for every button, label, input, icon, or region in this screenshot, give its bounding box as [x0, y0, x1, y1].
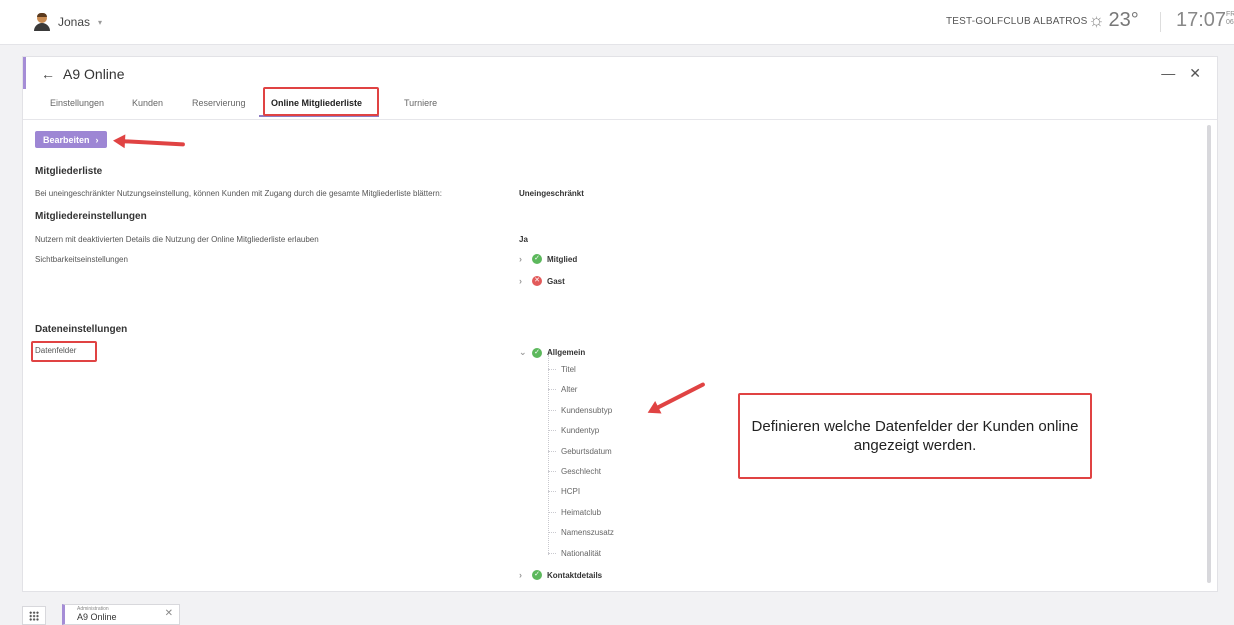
user-menu[interactable]: Jonas ▾ [34, 13, 102, 31]
back-arrow-icon[interactable]: ← [41, 66, 55, 82]
tree-item-allgemein[interactable]: ⌄ ✓ Allgemein [519, 347, 585, 358]
tree-item-label: Gast [547, 276, 565, 286]
tree-item-gast[interactable]: › ✕ Gast [519, 276, 565, 286]
tree-connector [548, 355, 550, 555]
field-nationalitaet: Nationalität [561, 549, 602, 558]
tree-connector [548, 369, 556, 371]
temperature: 23° [1108, 9, 1139, 31]
close-icon[interactable]: ✕ [1189, 65, 1201, 82]
content-area: Bearbeiten › Mitgliederliste Bei uneinge… [23, 119, 1217, 589]
deactivated-label: Nutzern mit deaktivierten Details die Nu… [35, 235, 319, 244]
annotation-arrow [652, 381, 706, 412]
chevron-down-icon[interactable]: ⌄ [519, 347, 527, 358]
deactivated-value: Ja [519, 235, 528, 244]
visibility-label: Sichtbarkeitseinstellungen [35, 255, 128, 264]
members-description: Bei uneingeschränkter Nutzungseinstellun… [35, 189, 442, 198]
tree-item-label: Kontaktdetails [547, 570, 603, 580]
tab-einstellungen[interactable]: Einstellungen [50, 98, 104, 108]
tree-item-label: Allgemein [547, 348, 586, 357]
app-grid-button[interactable] [22, 606, 46, 625]
check-circle-icon: ✓ [532, 254, 542, 264]
chevron-right-icon[interactable]: › [519, 276, 527, 286]
panel-accent [23, 57, 26, 89]
field-geburtsdatum: Geburtsdatum [561, 447, 612, 456]
tree-item-kontaktdetails[interactable]: › ✓ Kontaktdetails [519, 570, 602, 580]
tree-connector [548, 471, 556, 473]
grid-icon [29, 611, 39, 621]
divider [1160, 12, 1161, 32]
highlight-data-fields [31, 341, 97, 362]
field-alter: Alter [561, 385, 578, 394]
task-a9-online[interactable]: Administration A9 Online ✕ [62, 604, 180, 625]
panel-title: A9 Online [63, 66, 125, 82]
top-bar: Jonas ▾ TEST-GOLFCLUB ALBATROS ☼ 23° 17:… [0, 0, 1234, 45]
date-weekday: FRE [1226, 11, 1234, 18]
highlight-tab [263, 87, 379, 116]
tree-connector [548, 451, 556, 453]
weather: ☼ 23° [1088, 9, 1139, 32]
tree-connector [548, 389, 556, 391]
clock-date: FRE 06.0 [1226, 11, 1234, 27]
task-title: A9 Online [77, 612, 117, 622]
cross-circle-icon: ✕ [532, 276, 542, 286]
field-kundensubtyp: Kundensubtyp [561, 406, 613, 415]
field-heimatclub: Heimatclub [561, 508, 602, 517]
user-name: Jonas [58, 15, 91, 29]
edit-button[interactable]: Bearbeiten › [35, 131, 107, 148]
tab-turniere[interactable]: Turniere [404, 98, 437, 108]
tree-connector [548, 553, 556, 555]
field-kundentyp: Kundentyp [561, 426, 600, 435]
check-circle-icon: ✓ [532, 347, 542, 358]
date-day: 06.0 [1226, 19, 1234, 26]
chevron-right-icon[interactable]: › [519, 570, 527, 580]
annotation-arrow [118, 139, 186, 147]
edit-button-label: Bearbeiten [43, 134, 90, 145]
chevron-right-icon[interactable]: › [519, 254, 527, 264]
minimize-icon[interactable]: — [1161, 65, 1175, 82]
section-dateneinstellungen: Dateneinstellungen [35, 324, 128, 335]
tree-connector [548, 532, 556, 534]
taskbar [0, 598, 1234, 623]
window-controls: — ✕ [1161, 65, 1201, 82]
tab-kunden[interactable]: Kunden [132, 98, 163, 108]
club-name: TEST-GOLFCLUB ALBATROS [946, 16, 1088, 27]
field-namenszusatz: Namenszusatz [561, 528, 614, 537]
members-value: Uneingeschränkt [519, 189, 584, 198]
clock-time: 17:07 [1176, 9, 1227, 31]
field-geschlecht: Geschlecht [561, 467, 602, 476]
tab-reservierung[interactable]: Reservierung [192, 98, 246, 108]
field-titel: Titel [561, 365, 576, 374]
tree-connector [548, 410, 556, 412]
field-hcpi: HCPI [561, 487, 581, 496]
annotation-callout: Definieren welche Datenfelder der Kunden… [738, 393, 1092, 479]
check-circle-icon: ✓ [532, 570, 542, 580]
tab-bar: Einstellungen Kunden Reservierung Online… [23, 89, 1217, 120]
tree-connector [548, 491, 556, 493]
section-mitgliederliste: Mitgliederliste [35, 166, 103, 177]
tree-item-label: Mitglied [547, 254, 578, 264]
sun-icon: ☼ [1088, 10, 1105, 30]
tree-connector [548, 512, 556, 514]
tree-connector [548, 430, 556, 432]
panel-header: ← A9 Online [41, 66, 124, 82]
chevron-right-icon: › [95, 134, 99, 145]
scrollbar[interactable] [1207, 125, 1211, 583]
avatar [34, 13, 50, 31]
close-icon[interactable]: ✕ [165, 608, 173, 619]
section-mitgliedereinstellungen: Mitgliedereinstellungen [35, 211, 147, 222]
main-panel: ← A9 Online — ✕ Einstellungen Kunden Res… [22, 56, 1218, 592]
tree-item-mitglied[interactable]: › ✓ Mitglied [519, 254, 577, 264]
chevron-down-icon: ▾ [98, 17, 103, 27]
